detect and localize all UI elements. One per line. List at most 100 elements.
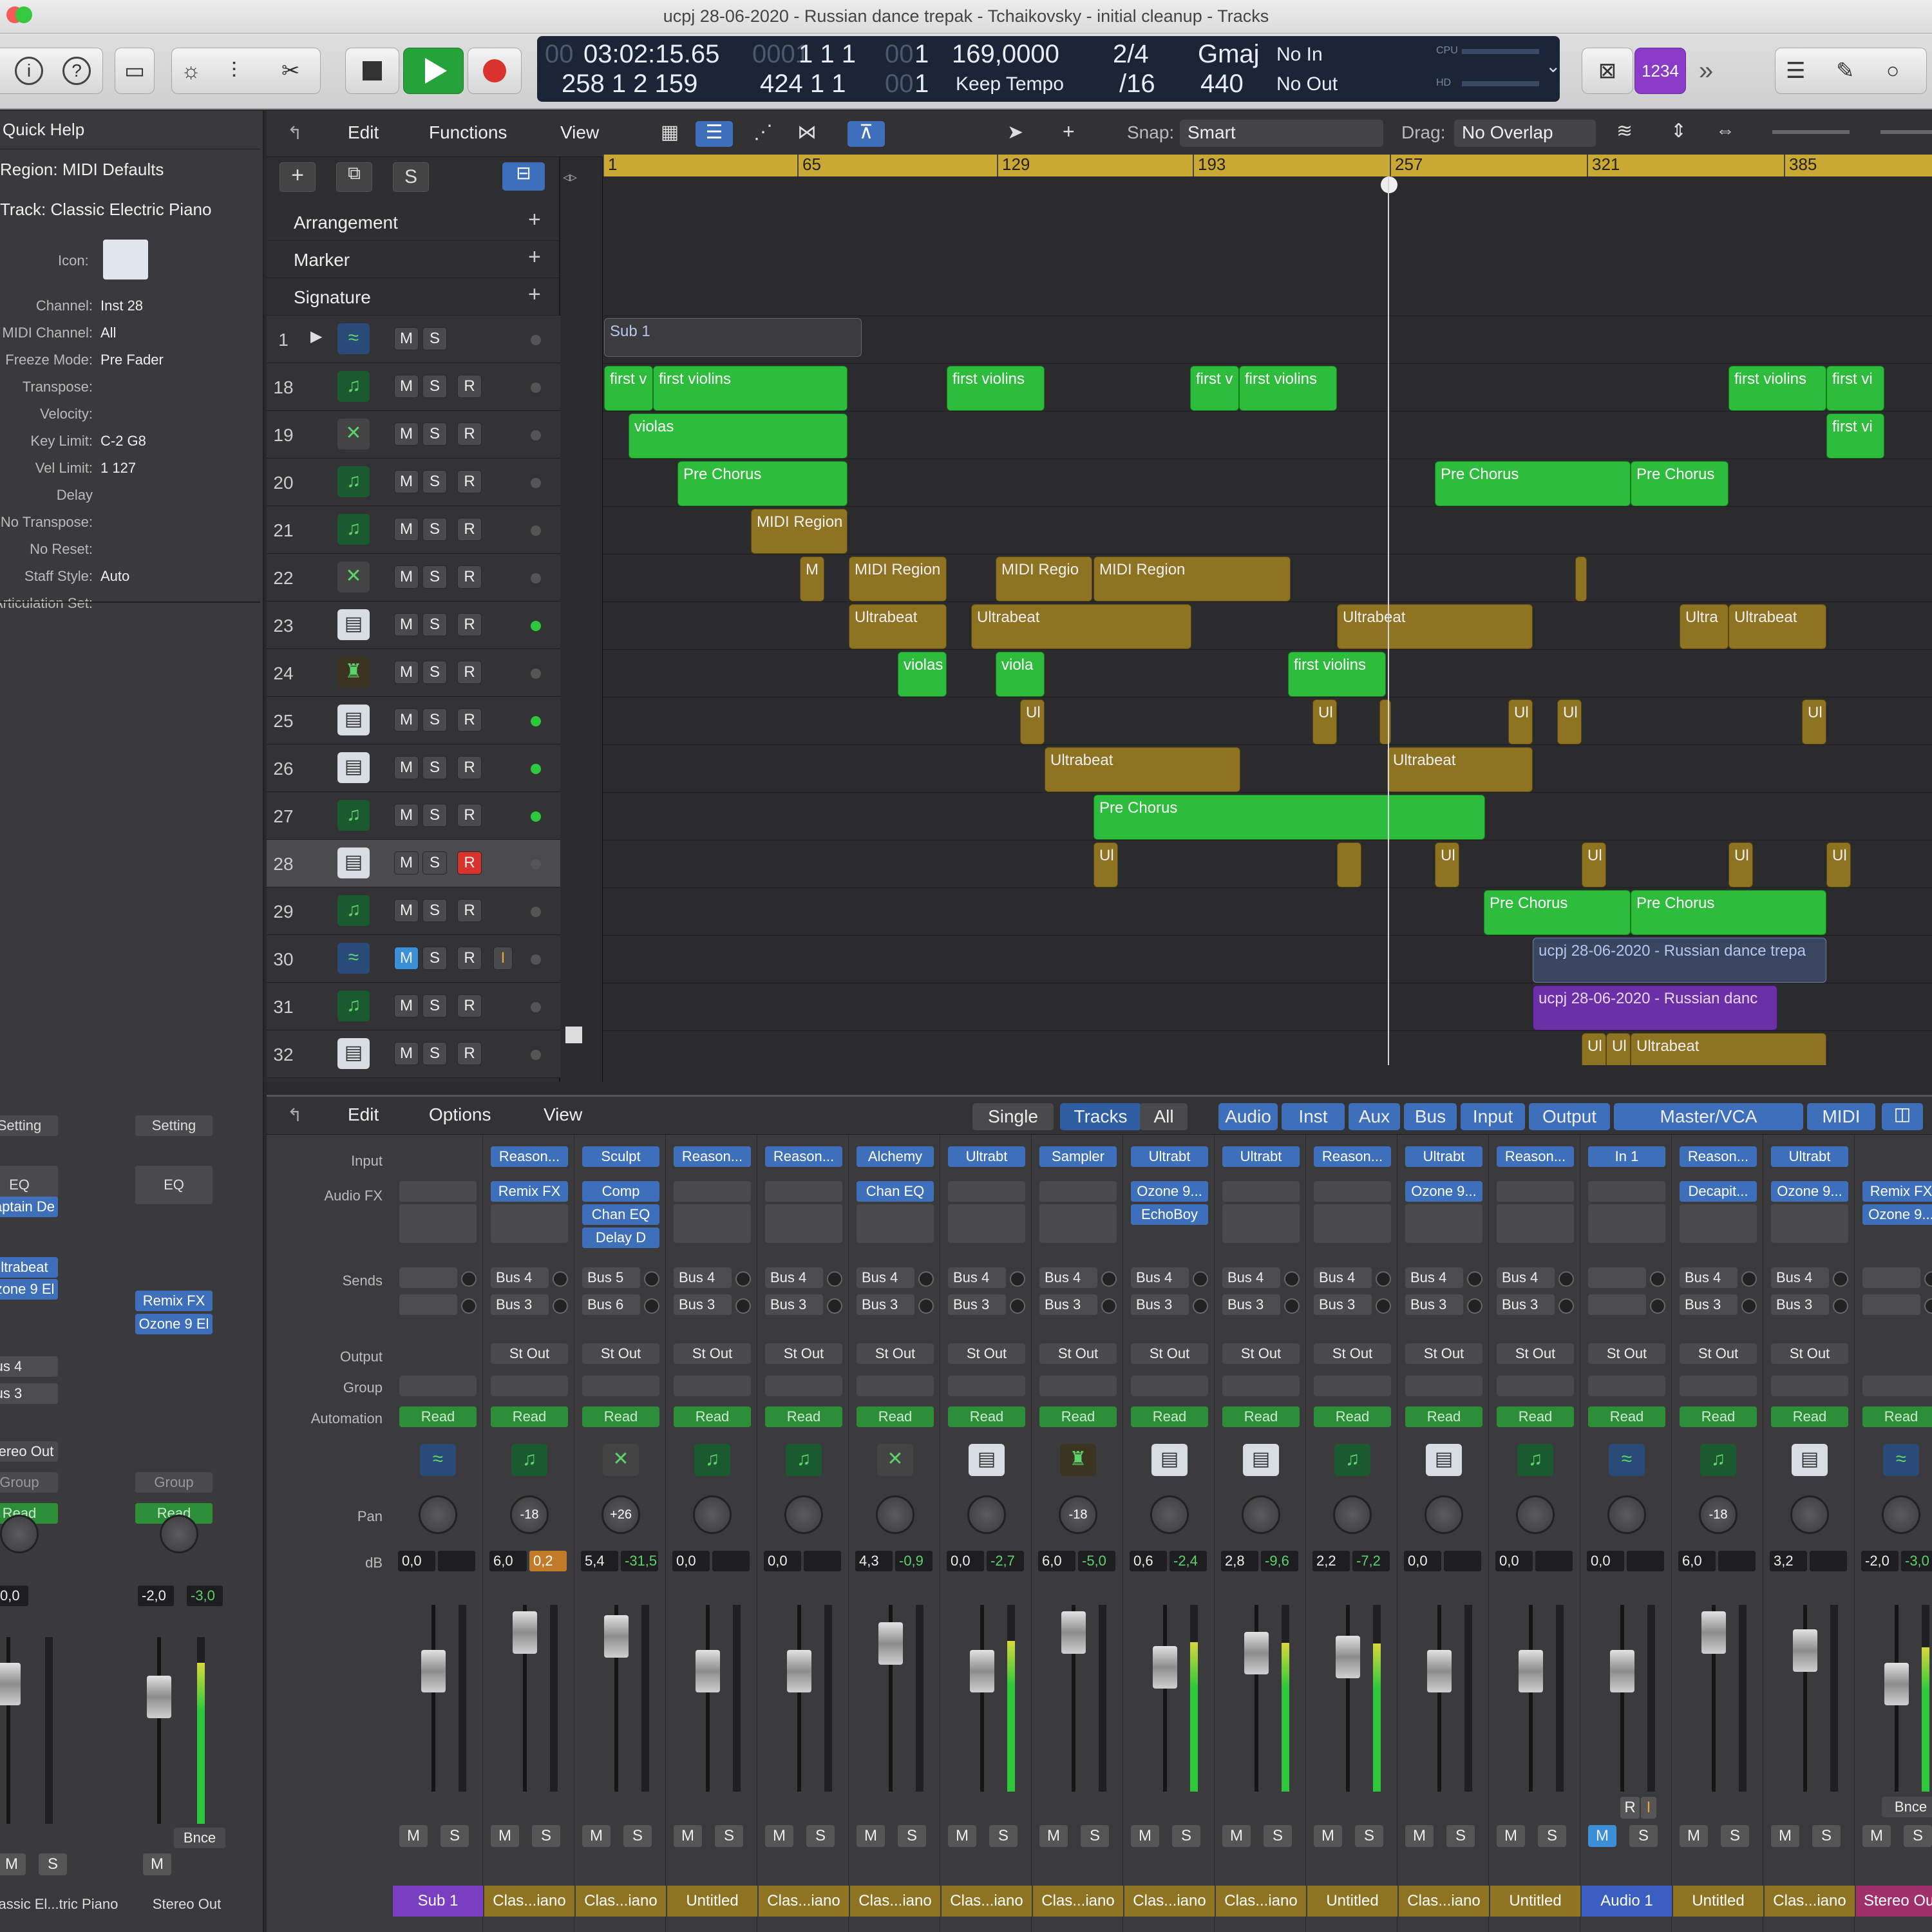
input-slot[interactable]: Ultrabt [1405, 1146, 1482, 1167]
send-level-knob[interactable] [1741, 1298, 1757, 1314]
send-slot[interactable]: Bus 3 [674, 1294, 732, 1315]
send-slot[interactable]: Bus 4 [674, 1267, 732, 1288]
region[interactable]: MIDI Regio [996, 556, 1092, 601]
volume-db[interactable]: 0,0 [1587, 1551, 1624, 1571]
audio-channel-icon[interactable]: ≈ [420, 1444, 456, 1476]
list-editors-icon[interactable]: ☰ [1786, 58, 1805, 84]
note-pad-icon[interactable]: ✎ [1836, 58, 1855, 84]
pan-knob[interactable] [1882, 1495, 1920, 1534]
automation-read-button[interactable]: Read [1771, 1406, 1848, 1427]
volume-db[interactable]: 4,3 [855, 1551, 893, 1571]
region[interactable] [1575, 556, 1587, 601]
mute-button[interactable]: M [765, 1825, 793, 1847]
horizontal-zoom-slider[interactable] [1880, 130, 1932, 134]
mixer-mode-tab[interactable]: Tracks [1060, 1103, 1141, 1130]
region[interactable]: Ul [1312, 699, 1337, 744]
solo-button[interactable]: S [422, 899, 447, 922]
send-slot[interactable]: Bus 3 [0, 1383, 58, 1404]
output-slot[interactable]: St Out [857, 1343, 934, 1364]
lcd-dropdown-icon[interactable]: ⌄ [1546, 55, 1560, 77]
record-enable-button[interactable]: R [457, 661, 482, 684]
lcd-display[interactable]: 00 03:02:15.65 258 1 2 159 0001 1 1 1 00… [537, 36, 1560, 102]
output-slot[interactable]: St Out [948, 1343, 1025, 1364]
automation-read-button[interactable]: Read [1314, 1406, 1391, 1427]
region[interactable]: Pre Chorus [677, 461, 848, 506]
output-slot[interactable]: St Out [1588, 1343, 1665, 1364]
automation-read-button[interactable]: Read [582, 1406, 659, 1427]
stand-channel-icon[interactable]: ✕ [877, 1444, 913, 1476]
input-slot[interactable]: Reason... [765, 1146, 842, 1167]
mixer-filter-input[interactable]: Input [1461, 1103, 1525, 1130]
region[interactable]: Ul [1020, 699, 1045, 744]
volume-fader[interactable] [1701, 1611, 1726, 1654]
group-slot[interactable] [948, 1376, 1025, 1396]
insert-slot[interactable]: Ultrabeat [0, 1257, 58, 1278]
mute-button[interactable]: M [857, 1825, 885, 1847]
add-icon[interactable]: + [528, 245, 541, 270]
input-slot[interactable]: Ultrabt [1771, 1146, 1848, 1167]
send-slot[interactable]: Bus 3 [1680, 1294, 1738, 1315]
solo-button[interactable]: S [1721, 1825, 1749, 1847]
volume-fader[interactable] [604, 1615, 629, 1658]
mute-button[interactable]: M [491, 1825, 519, 1847]
drum-track-icon[interactable]: ▤ [337, 848, 370, 878]
record-enable-button[interactable]: R [457, 708, 482, 732]
send-slot[interactable] [1588, 1294, 1646, 1315]
track-header-32[interactable]: 32 ▤ M S R [267, 1030, 560, 1078]
mixer-filter-output[interactable]: Output [1529, 1103, 1610, 1130]
record-button[interactable] [468, 48, 522, 94]
volume-db[interactable]: 6,0 [1038, 1551, 1075, 1571]
global-track-marker[interactable]: Marker + [267, 242, 559, 278]
mute-button[interactable]: M [394, 851, 419, 875]
stand-channel-icon[interactable]: ✕ [603, 1444, 639, 1476]
send-level-knob[interactable] [1467, 1271, 1482, 1287]
inspector-value[interactable]: C-2 G8 [100, 433, 146, 450]
mute-button[interactable]: M [394, 422, 419, 446]
input-slot[interactable]: Ultrabt [948, 1146, 1025, 1167]
region[interactable]: first violins [653, 366, 848, 411]
send-level-knob[interactable] [735, 1298, 751, 1314]
audio-fx-empty-slot[interactable] [1588, 1204, 1665, 1243]
mute-button[interactable]: M [1131, 1825, 1159, 1847]
mute-button[interactable]: M [394, 1042, 419, 1065]
pan-knob[interactable] [967, 1495, 1006, 1534]
volume-db[interactable]: 0,0 [764, 1551, 801, 1571]
inst-track-icon[interactable]: ♫ [337, 895, 370, 926]
region[interactable]: Ultrabeat [1387, 747, 1533, 792]
output-slot[interactable]: St Out [1222, 1343, 1300, 1364]
mixer-options-menu[interactable]: Options [429, 1104, 491, 1125]
group-slot[interactable]: Group [135, 1472, 213, 1493]
inst-track-icon[interactable]: ♫ [337, 371, 370, 402]
mixer-view-toggle-icon[interactable]: ◫ [1882, 1103, 1923, 1130]
automation-read-button[interactable]: Read [1405, 1406, 1482, 1427]
view-menu[interactable]: View [560, 122, 599, 143]
drag-select[interactable]: No Overlap [1454, 120, 1596, 147]
send-slot[interactable]: Bus 3 [765, 1294, 823, 1315]
input-monitor-button[interactable]: I [1641, 1797, 1656, 1819]
region[interactable]: Ul [1728, 842, 1753, 887]
automation-read-button[interactable]: Read [1588, 1406, 1665, 1427]
send-slot[interactable] [1588, 1267, 1646, 1288]
region[interactable]: Ultrabeat [1337, 604, 1533, 649]
pan-knob[interactable] [419, 1495, 457, 1534]
volume-fader[interactable] [1884, 1663, 1909, 1705]
mixer-view-menu[interactable]: View [544, 1104, 582, 1125]
group-slot[interactable] [674, 1376, 751, 1396]
audio-fx-empty-slot[interactable] [765, 1204, 842, 1243]
mixer-filter-bus[interactable]: Bus [1404, 1103, 1457, 1130]
lcd-division[interactable]: /16 [1119, 70, 1155, 99]
region[interactable]: Ul [1582, 1033, 1606, 1065]
track-header-20[interactable]: 20 ♫ M S R [267, 459, 560, 506]
output-slot[interactable]: St Out [491, 1343, 568, 1364]
inst-track-icon[interactable]: ♫ [337, 514, 370, 545]
track-inspector-header[interactable]: Track: Classic Electric Piano [0, 200, 211, 220]
send-level-knob[interactable] [1101, 1298, 1117, 1314]
solo-button[interactable]: S [440, 1825, 469, 1847]
track-header-25[interactable]: 25 ▤ M S R [267, 697, 560, 744]
send-slot[interactable]: Bus 3 [1771, 1294, 1829, 1315]
solo-button[interactable]: S [39, 1853, 67, 1875]
input-slot[interactable]: Ultrabt [1222, 1146, 1300, 1167]
pan-knob[interactable] [1516, 1495, 1555, 1534]
add-track-button[interactable]: + [279, 162, 316, 192]
send-level-knob[interactable] [1101, 1271, 1117, 1287]
